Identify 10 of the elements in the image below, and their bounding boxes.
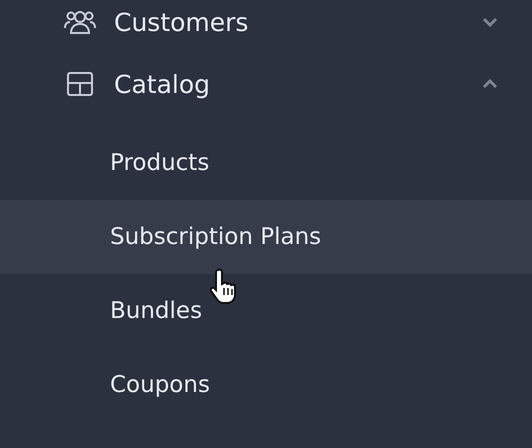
submenu-item[interactable]: Coupons [0, 348, 532, 422]
sidebar-label: Customers [114, 8, 250, 36]
layout-icon [66, 70, 94, 98]
sidebar-item[interactable]: Catalog [0, 44, 532, 124]
sidebar-label: Catalog [114, 70, 212, 98]
submenu-item[interactable]: Subscription Plans [0, 200, 532, 274]
submenu-item[interactable]: Products [0, 126, 532, 200]
submenu-item[interactable]: Bundles [0, 274, 532, 348]
people-icon [64, 8, 96, 36]
sidebar-item[interactable]: Customers [0, 0, 532, 44]
